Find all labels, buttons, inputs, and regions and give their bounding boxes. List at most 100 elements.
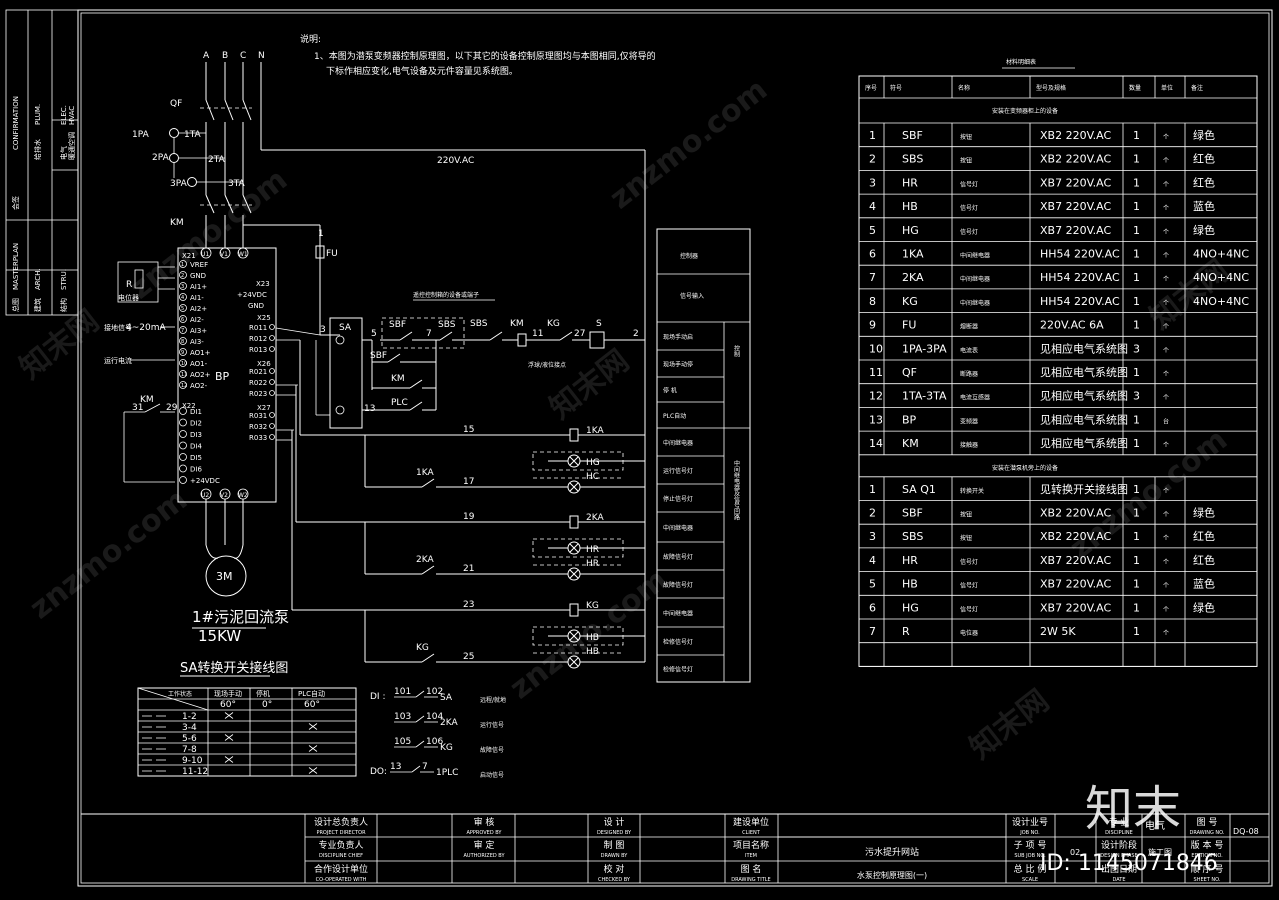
phase-label: N xyxy=(258,51,265,61)
strip-cell: CONFIRMATION xyxy=(12,96,20,150)
x21-pin: VREF xyxy=(190,261,208,269)
material-cell: XB7 220V.AC xyxy=(1040,578,1112,591)
material-cell: 按钮 xyxy=(960,534,972,542)
title-label-cn: 设计总负责人 xyxy=(314,816,368,828)
phase-label: A xyxy=(203,51,210,61)
material-cell: 绿色 xyxy=(1193,223,1215,237)
material-cell: SBF xyxy=(902,129,923,142)
relay-coil xyxy=(569,515,579,529)
side-item: 中间继电器 xyxy=(663,610,693,618)
relay-pin: R023 xyxy=(249,390,267,398)
material-cell: 变频器 xyxy=(960,417,978,425)
terminal-dot xyxy=(179,464,187,473)
terminal-num: 2 xyxy=(181,273,184,279)
strip-cell: PLUM. xyxy=(34,104,42,125)
sa-contact: 5-6 xyxy=(182,734,197,744)
material-cell: 绿色 xyxy=(1193,600,1215,614)
material-cell: HR xyxy=(902,176,918,189)
material-cell: 10 xyxy=(869,342,883,355)
material-cell: 见相应电气系统图 xyxy=(1040,365,1128,379)
side-item: 故障信号灯 xyxy=(663,553,693,561)
material-cell: SBF xyxy=(902,507,923,520)
watermark-site-cn: 知末网 xyxy=(543,343,635,426)
material-cell: 绿色 xyxy=(1193,506,1215,520)
material-cell: 2 xyxy=(869,153,876,166)
wire-num: 3 xyxy=(320,325,326,335)
material-cell: 1 xyxy=(1133,271,1140,284)
strip-cell: 电气 xyxy=(59,146,68,160)
material-cell: 5 xyxy=(869,224,876,237)
relay-coil xyxy=(569,603,579,617)
title-label-en: ITEM xyxy=(745,853,757,859)
material-cell: 11 xyxy=(869,366,883,379)
terminal-dot xyxy=(269,390,275,396)
ct-label: 3TA xyxy=(228,179,246,189)
wire-num: 5 xyxy=(371,329,377,339)
terminal-label: U1 xyxy=(201,251,209,258)
lamp-label: HC xyxy=(586,472,599,482)
terminal-dot xyxy=(269,379,275,385)
relay-pin: R022 xyxy=(249,379,267,387)
material-cell: HH54 220V.AC xyxy=(1040,271,1120,284)
title-label-en: DISCIPLINE CHIEF xyxy=(319,853,363,859)
notes-heading: 说明: xyxy=(300,33,321,45)
power-circuit: A B C N QF 220V.AC 1PA 1TA 2PA 2TA 3PA 3… xyxy=(132,51,646,645)
io-num: 105 xyxy=(394,737,411,747)
material-cell: 4NO+4NC xyxy=(1193,295,1249,308)
title-label-cn: 子 项 号 xyxy=(1014,840,1047,851)
wire-num: 7 xyxy=(426,329,432,339)
material-section: 安装在潜泵机旁上的设备 xyxy=(992,464,1058,472)
material-cell: 个 xyxy=(1163,300,1169,307)
title-label-en: DESIGNED BY xyxy=(597,830,632,836)
material-cell: 3 xyxy=(869,530,876,543)
x21-pin: AI1+ xyxy=(190,283,207,291)
material-cell: FU xyxy=(902,319,916,332)
sa-angle: 60° xyxy=(304,700,320,710)
sa-angle: 0° xyxy=(262,700,272,710)
material-cell: 14 xyxy=(869,437,883,450)
do-label: DO: xyxy=(370,767,387,777)
watermark-site-cn: 知末网 xyxy=(963,683,1055,766)
material-cell: 个 xyxy=(1163,606,1169,613)
title-label-en: PROJECT DIRECTOR xyxy=(316,830,366,836)
wire-num: 1 xyxy=(318,229,324,239)
terminal-label: V2 xyxy=(220,492,228,499)
supply-label: 220V.AC xyxy=(437,156,474,166)
material-cell: XB2 220V.AC xyxy=(1040,153,1112,166)
material-cell: 中间继电器 xyxy=(960,275,990,283)
x23-label: X23 xyxy=(256,280,270,288)
strip-cell: MASTERPLAN xyxy=(12,243,20,290)
material-cell: SA Q1 xyxy=(902,483,936,496)
title-label-en: JOB NO. xyxy=(1019,830,1040,836)
notes: 说明: 1、本图为潜泵变频器控制原理图，以下其它的设备控制原理图均与本图相同,仅… xyxy=(300,33,656,77)
material-cell: HG xyxy=(902,601,919,614)
material-cell: 接触器 xyxy=(960,441,978,449)
title-label-en: DRAWING TITLE xyxy=(731,877,770,883)
phase-label: B xyxy=(222,51,228,61)
parallel-label: SBF xyxy=(370,351,387,361)
side-sub: 信号输入 xyxy=(680,292,704,300)
lamp-label: HG xyxy=(586,458,600,468)
sa-contact: 11-12 xyxy=(182,767,208,777)
material-cell: 3 xyxy=(1133,342,1140,355)
terminal-num: 9 xyxy=(181,350,184,356)
material-cell: XB7 220V.AC xyxy=(1040,200,1112,213)
schematic-canvas: znzmo.com znzmo.com znzmo.com znzmo.com … xyxy=(5,9,1273,887)
terminal-dot xyxy=(179,418,187,427)
vfd-terminals: X21 X22 X23 +24VDC GND X25 X26 X27 1 VREF… xyxy=(179,252,275,485)
side-item: PLC自动 xyxy=(663,412,686,420)
watermark-site: znzmo.com xyxy=(603,72,774,216)
notes-line: 1、本图为潜泵变频器控制原理图，以下其它的设备控制原理图均与本图相同,仅将导的 xyxy=(314,50,656,62)
material-cell: 1 xyxy=(1133,295,1140,308)
material-cell: 1 xyxy=(1133,129,1140,142)
float-note: 浮球/液位接点 xyxy=(528,361,566,369)
material-cell: 按钮 xyxy=(960,511,972,519)
material-cell: 蓝色 xyxy=(1193,199,1215,213)
sa-contact: 9-10 xyxy=(182,756,203,766)
side-item: 检修信号灯 xyxy=(663,638,693,646)
material-cell: 个 xyxy=(1163,583,1169,590)
material-cell: 1TA-3TA xyxy=(902,390,947,403)
strip-cell: 建筑 xyxy=(33,298,42,312)
material-cell: 电流表 xyxy=(960,346,978,354)
x22-pin: DI6 xyxy=(190,466,202,474)
